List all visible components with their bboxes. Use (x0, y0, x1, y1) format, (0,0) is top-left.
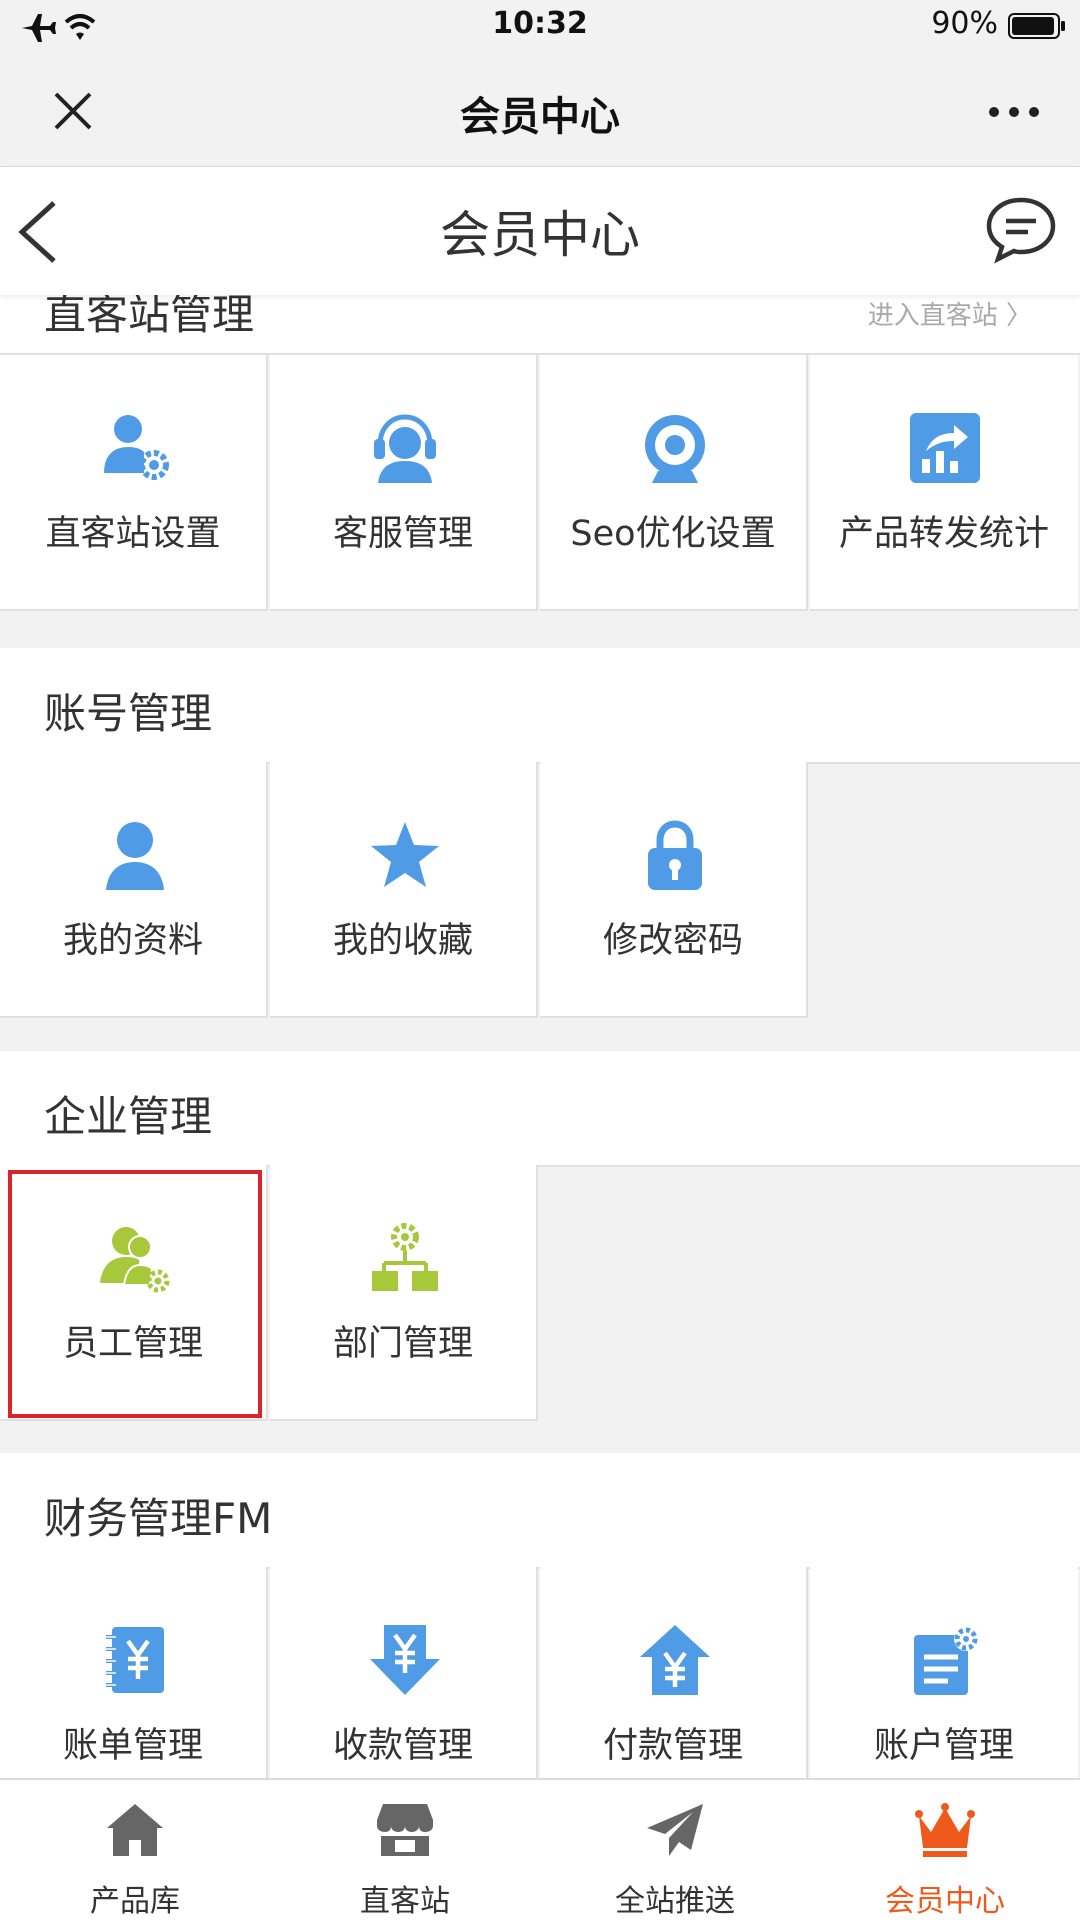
tab-product-library[interactable]: 产品库 (0, 1780, 270, 1922)
lock-icon (648, 820, 702, 890)
content-area[interactable]: 直客站管理 进入直客站 〉 直客站设置 客服管理 Seo优化设置 产品转发统计 … (0, 295, 1080, 1778)
grid-item-label: 直客站设置 (45, 514, 221, 554)
tab-site-push[interactable]: 全站推送 (540, 1780, 810, 1922)
grid-item-label: 部门管理 (332, 1324, 473, 1364)
account-doc-icon (914, 1627, 978, 1695)
grid-item-change-password[interactable]: 修改密码 (540, 762, 808, 1018)
tab-label: 直客站 (360, 1884, 450, 1919)
section-title: 直客站管理 (44, 295, 255, 339)
grid-item-label: 修改密码 (602, 921, 743, 961)
crown-icon (915, 1803, 975, 1857)
tab-zhikezhan[interactable]: 直客站 (270, 1780, 540, 1922)
tab-label: 会员中心 (885, 1884, 1005, 1919)
store-icon (377, 1804, 433, 1856)
tab-label: 全站推送 (615, 1884, 735, 1919)
grid-item-payment-management[interactable]: 付款管理 (540, 1567, 808, 1778)
section-header-account: 账号管理 (0, 648, 1080, 764)
section-header-enterprise: 企业管理 (0, 1051, 1080, 1167)
grid-item-seo-settings[interactable]: Seo优化设置 (540, 355, 808, 611)
section-title: 账号管理 (44, 689, 213, 738)
tab-label: 产品库 (90, 1884, 180, 1919)
grid-item-label: 我的资料 (62, 921, 203, 961)
message-icon[interactable] (984, 195, 1058, 265)
grid-item-receive-management[interactable]: 收款管理 (270, 1567, 538, 1778)
tab-member-center[interactable]: 会员中心 (810, 1780, 1080, 1922)
page-title: 会员中心 (440, 206, 640, 264)
payment-icon (640, 1625, 710, 1695)
grid-item-label: 我的收藏 (332, 921, 473, 961)
highlight-box (8, 1170, 262, 1418)
grid-item-label: 产品转发统计 (838, 514, 1049, 554)
paper-plane-icon (647, 1804, 703, 1856)
grid-item-label: 付款管理 (602, 1726, 743, 1766)
grid-account: 我的资料 我的收藏 修改密码 (0, 762, 1080, 1018)
section-title: 企业管理 (44, 1092, 213, 1141)
grid-item-label: 账户管理 (873, 1726, 1014, 1766)
bill-icon (106, 1627, 164, 1693)
grid-item-label: 客服管理 (332, 514, 473, 554)
share-chart-icon (910, 413, 980, 483)
section-title: 财务管理FM (44, 1494, 273, 1543)
battery-percent: 90% (931, 6, 998, 41)
receive-money-icon (370, 1625, 440, 1695)
more-icon[interactable] (984, 92, 1044, 132)
grid-item-label: 收款管理 (332, 1726, 473, 1766)
user-icon (106, 822, 164, 890)
enter-zhikezhan-link[interactable]: 进入直客站 〉 (868, 295, 1032, 332)
org-chart-icon (372, 1223, 438, 1291)
grid-item-account-management[interactable]: 账户管理 (810, 1567, 1078, 1778)
grid-item-share-stats[interactable]: 产品转发统计 (810, 355, 1078, 611)
status-time: 10:32 (492, 6, 588, 41)
bottom-tab-bar: 产品库 直客站 全站推送 会员中心 (0, 1778, 1080, 1922)
wechat-title-bar: 会员中心 (0, 56, 1080, 167)
grid-zhikezhan: 直客站设置 客服管理 Seo优化设置 产品转发统计 (0, 355, 1080, 611)
grid-item-zhikezhan-settings[interactable]: 直客站设置 (0, 355, 268, 611)
home-icon (107, 1804, 163, 1856)
grid-item-my-profile[interactable]: 我的资料 (0, 762, 268, 1018)
section-header-zhikezhan: 直客站管理 进入直客站 〉 (0, 295, 1080, 355)
status-bar: 10:32 90% (0, 0, 1080, 56)
grid-item-customer-service[interactable]: 客服管理 (270, 355, 538, 611)
grid-item-my-favorites[interactable]: 我的收藏 (270, 762, 538, 1018)
section-header-finance: 财务管理FM (0, 1453, 1080, 1569)
grid-item-department-management[interactable]: 部门管理 (270, 1165, 538, 1421)
grid-item-label: 账单管理 (62, 1726, 203, 1766)
battery-icon (1008, 13, 1065, 39)
user-settings-icon (104, 415, 169, 480)
grid-item-bill-management[interactable]: 账单管理 (0, 1567, 268, 1778)
target-icon (645, 415, 705, 483)
grid-item-label: Seo优化设置 (570, 514, 776, 554)
star-icon (371, 822, 439, 887)
app-header: 会员中心 (0, 167, 1080, 295)
grid-finance: 账单管理 收款管理 付款管理 账户管理 (0, 1567, 1080, 1778)
headset-agent-icon (374, 414, 436, 483)
wechat-title: 会员中心 (460, 94, 620, 140)
